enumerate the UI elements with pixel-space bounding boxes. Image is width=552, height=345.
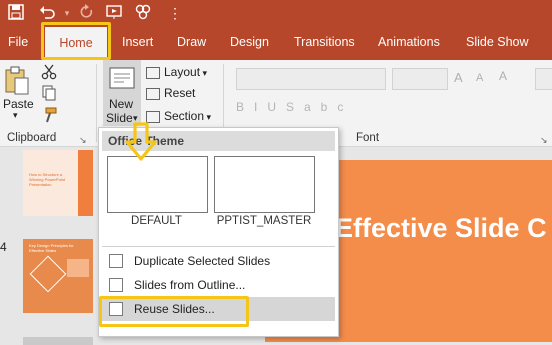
thumbnail-block — [67, 259, 89, 277]
clear-formatting-icon[interactable]: A — [499, 69, 515, 85]
paste-icon[interactable] — [4, 66, 30, 96]
outline-icon — [109, 278, 123, 292]
tab-design[interactable]: Design — [230, 27, 269, 60]
ribbon-tabs: File Home Insert Draw Design Transitions… — [0, 27, 552, 61]
decrease-font-icon[interactable]: A — [476, 72, 490, 84]
clipboard-launcher-icon[interactable]: ↘ — [79, 135, 87, 146]
slide-thumbnail-4[interactable]: Key Design Principles for Effective Slid… — [23, 239, 93, 313]
slide-number-4: 4 — [0, 240, 7, 254]
font-group-label: Font — [356, 132, 380, 144]
thumbnail-band — [78, 150, 93, 216]
reset-label: Reset — [164, 86, 196, 100]
layout-label: Layout — [164, 65, 201, 79]
arrow-down-icon — [124, 122, 158, 162]
reset-icon — [146, 87, 160, 100]
menu-separator — [102, 246, 335, 247]
reset-button[interactable]: Reset — [146, 83, 195, 103]
font-size-combo[interactable] — [392, 68, 448, 90]
layout-default-thumbnail[interactable] — [107, 156, 208, 213]
tab-draw[interactable]: Draw — [177, 27, 206, 60]
paste-label[interactable]: Paste — [3, 97, 34, 111]
reuse-slides-item[interactable]: Reuse Slides... — [102, 297, 335, 321]
reuse-slides-label: Reuse Slides... — [134, 302, 215, 316]
duplicate-selected-slides-label: Duplicate Selected Slides — [134, 254, 271, 268]
undo-icon[interactable] — [38, 4, 56, 22]
font-launcher-icon[interactable]: ↘ — [540, 135, 548, 146]
shapes-icon[interactable] — [134, 4, 152, 22]
layout-button[interactable]: Layout ▾ — [146, 62, 207, 82]
paste-dropdown-icon[interactable]: ▾ — [13, 110, 18, 121]
new-slide-button[interactable]: New Slide ▾ — [103, 60, 141, 126]
tab-slide-show[interactable]: Slide Show — [466, 27, 529, 60]
new-slide-label-line1: New — [109, 97, 134, 111]
tab-file[interactable]: File — [8, 27, 28, 60]
increase-font-icon[interactable]: A — [454, 70, 470, 85]
group-separator — [96, 64, 97, 142]
reuse-slides-icon — [109, 302, 123, 316]
redo-icon[interactable] — [78, 4, 96, 22]
more-icon[interactable]: ⋮ — [166, 4, 184, 22]
tab-home[interactable]: Home — [45, 27, 107, 61]
clipboard-group-label: Clipboard — [7, 132, 57, 144]
slide-thumbnail-3[interactable]: How to Structure a Winning PowerPoint Pr… — [23, 150, 93, 216]
layout-pptist-master-thumbnail[interactable] — [214, 156, 315, 213]
font-extra-combo[interactable] — [535, 68, 552, 90]
copy-icon[interactable] — [41, 85, 57, 101]
slide-thumb-text-b: Key Design Principles for Effective Slid… — [29, 243, 74, 253]
save-icon[interactable] — [7, 4, 25, 22]
tab-transitions[interactable]: Transitions — [294, 27, 355, 60]
thumbnail-diamond — [29, 255, 67, 293]
tab-insert[interactable]: Insert — [122, 27, 153, 60]
present-from-start-icon[interactable] — [106, 4, 124, 22]
undo-dropdown-icon[interactable]: ▾ — [58, 4, 76, 22]
layout-icon — [146, 66, 160, 79]
format-painter-icon[interactable] — [41, 107, 57, 123]
slide-thumbnail-5[interactable] — [23, 337, 93, 345]
duplicate-slides-icon — [109, 254, 123, 268]
slides-from-outline-label: Slides from Outline... — [134, 278, 246, 292]
font-name-combo[interactable] — [236, 68, 386, 90]
slide-title-text[interactable]: Effective Slide C — [335, 213, 547, 244]
new-slide-icon — [109, 65, 135, 91]
tab-animations[interactable]: Animations — [378, 27, 440, 60]
duplicate-selected-slides-item[interactable]: Duplicate Selected Slides — [102, 249, 335, 273]
section-label: Section — [164, 109, 205, 123]
quick-access-toolbar: ▾ ⋮ — [0, 0, 552, 27]
layout-default-label[interactable]: DEFAULT — [107, 215, 206, 227]
font-format-buttons[interactable]: BIUSabc — [236, 100, 552, 118]
cut-icon[interactable] — [41, 64, 57, 80]
slide-thumb-text-a: How to Structure a Winning PowerPoint Pr… — [29, 172, 66, 187]
slide-thumbnail-pane: How to Structure a Winning PowerPoint Pr… — [0, 147, 93, 345]
layout-pptist-master-label[interactable]: PPTIST_MASTER — [209, 215, 319, 227]
slides-from-outline-item[interactable]: Slides from Outline... — [102, 273, 335, 297]
